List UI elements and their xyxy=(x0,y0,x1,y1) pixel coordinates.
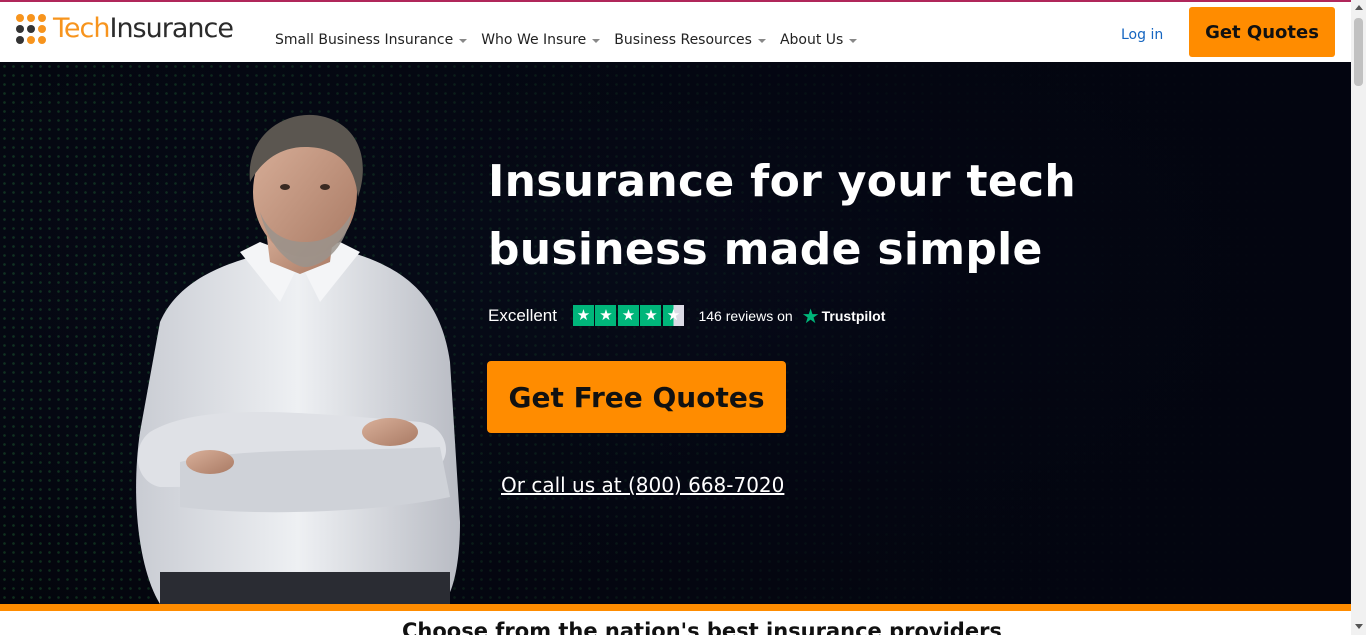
logo-wordmark: TechInsurance xyxy=(53,13,234,44)
logo-dot xyxy=(27,25,35,33)
nav-item-small-business-insurance[interactable]: Small Business Insurance xyxy=(275,32,468,48)
logo-dots-icon xyxy=(16,14,46,44)
star-icon: ★ xyxy=(617,305,639,326)
scroll-up-arrow-icon[interactable] xyxy=(1355,5,1363,10)
chevron-down-icon xyxy=(592,38,601,43)
providers-section: Choose from the nation's best insurance … xyxy=(0,611,1351,635)
logo-dot xyxy=(16,25,24,33)
scroll-down-arrow-icon[interactable] xyxy=(1355,624,1363,629)
logo-text-tech: Tech xyxy=(53,13,110,44)
trustpilot-star-icon: ★ xyxy=(801,303,820,328)
logo-dot xyxy=(38,36,46,44)
get-free-quotes-button[interactable]: Get Free Quotes xyxy=(487,361,786,433)
get-quotes-button[interactable]: Get Quotes xyxy=(1189,7,1335,57)
chevron-down-icon xyxy=(757,38,766,43)
logo-text-insurance: Insurance xyxy=(109,13,233,44)
scrollbar-thumb[interactable] xyxy=(1354,18,1363,86)
logo-dot xyxy=(16,14,24,22)
page-scrollbar[interactable] xyxy=(1351,0,1366,635)
site-header: TechInsurance Small Business Insurance W… xyxy=(0,2,1351,62)
techinsurance-logo[interactable]: TechInsurance xyxy=(16,13,234,44)
orange-divider xyxy=(0,604,1351,611)
nav-item-who-we-insure[interactable]: Who We Insure xyxy=(481,32,601,48)
nav-item-label: Small Business Insurance xyxy=(275,32,454,48)
login-link[interactable]: Log in xyxy=(1121,27,1163,43)
hero-headline-line2: business made simple xyxy=(488,224,1043,275)
logo-dot xyxy=(16,36,24,44)
logo-dot xyxy=(27,14,35,22)
rating-word: Excellent xyxy=(488,305,557,325)
chevron-down-icon xyxy=(849,38,858,43)
hero-headline-line1: Insurance for your tech xyxy=(488,156,1076,207)
man-arms-crossed-photo xyxy=(136,114,460,604)
nav-item-business-resources[interactable]: Business Resources xyxy=(614,32,766,48)
rating-stars: ★ ★ ★ ★ ★ xyxy=(572,305,686,326)
chevron-down-icon xyxy=(459,38,468,43)
trustpilot-rating[interactable]: Excellent ★ ★ ★ ★ ★ 146 reviews on ★ Tru… xyxy=(488,305,885,326)
logo-dot xyxy=(27,36,35,44)
star-icon: ★ xyxy=(595,305,617,326)
nav-item-label: Who We Insure xyxy=(481,32,587,48)
trustpilot-logo-text: Trustpilot xyxy=(821,307,886,324)
star-icon: ★ xyxy=(640,305,662,326)
call-phone-link[interactable]: Or call us at (800) 668-7020 xyxy=(501,473,784,497)
star-icon: ★ xyxy=(572,305,594,326)
half-star-icon: ★ xyxy=(662,305,684,326)
nav-item-label: About Us xyxy=(779,32,844,48)
logo-dot xyxy=(38,14,46,22)
nav-item-about-us[interactable]: About Us xyxy=(779,32,858,48)
providers-title: Choose from the nation's best insurance … xyxy=(402,619,1002,635)
hero-section: Insurance for your tech business made si… xyxy=(0,62,1351,604)
logo-dot xyxy=(38,25,46,33)
hero-headline: Insurance for your tech business made si… xyxy=(488,148,1108,284)
main-nav: Small Business Insurance Who We Insure B… xyxy=(275,32,871,48)
nav-item-label: Business Resources xyxy=(614,32,752,48)
review-count: 146 reviews on xyxy=(698,307,793,324)
